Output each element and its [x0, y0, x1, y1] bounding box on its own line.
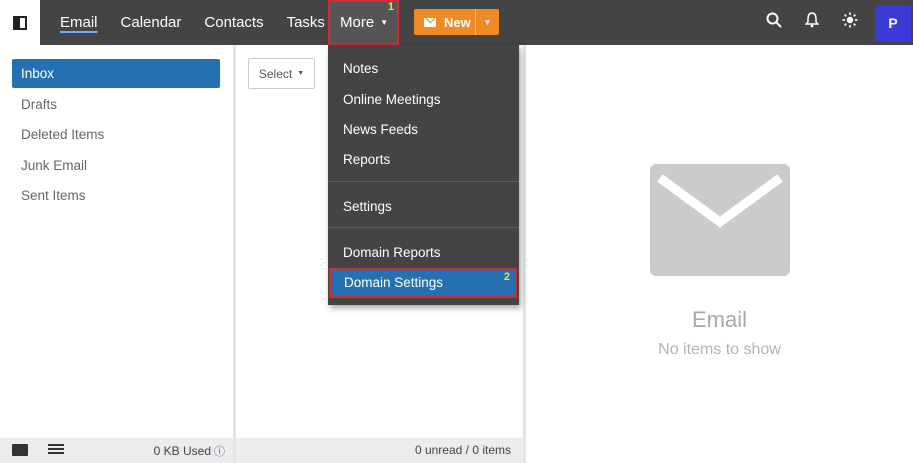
folder-sent-items[interactable]: Sent Items	[12, 181, 220, 210]
folder-junk-email[interactable]: Junk Email	[12, 151, 220, 180]
menu-item-domain-settings-label: Domain Settings	[344, 275, 444, 290]
menu-item-notes[interactable]: Notes	[328, 54, 519, 84]
folder-icon[interactable]	[12, 444, 28, 456]
panel-toggle-icon	[13, 15, 27, 30]
item-counts: 0 unread / 0 items	[414, 443, 511, 457]
nav-calendar[interactable]: Calendar	[121, 13, 182, 33]
select-label: Select	[258, 66, 293, 81]
menu-item-domain-reports[interactable]: Domain Reports	[328, 238, 519, 268]
reading-pane: Email No items to show	[526, 45, 913, 463]
bell-icon	[804, 12, 820, 28]
envelope-icon	[424, 17, 436, 27]
main-nav: Email Calendar Contacts Tasks	[47, 0, 348, 45]
empty-state-subtitle: No items to show	[658, 341, 781, 358]
new-dropdown-button[interactable]: ▼	[476, 18, 499, 27]
list-footer: 0 unread / 0 items	[236, 438, 523, 463]
storage-used-text: 0 KB Used	[153, 444, 211, 458]
storage-used: 0 KB Used ⓘ	[154, 443, 225, 459]
nav-more-label: More	[340, 14, 375, 31]
folder-footer: 0 KB Used ⓘ	[0, 438, 233, 463]
callout-number: 1	[387, 1, 394, 13]
folder-inbox[interactable]: Inbox	[12, 59, 220, 88]
menu-item-online-meetings[interactable]: Online Meetings	[328, 85, 519, 115]
more-menu: Notes Online Meetings News Feeds Reports…	[328, 45, 519, 305]
caret-down-icon: ▼	[380, 18, 389, 27]
folder-drafts[interactable]: Drafts	[12, 90, 220, 119]
select-dropdown[interactable]: Select ▼	[248, 58, 315, 89]
callout-number: 2	[503, 271, 510, 283]
new-main[interactable]: New	[414, 9, 475, 35]
menu-item-reports[interactable]: Reports	[328, 145, 519, 175]
notifications-button[interactable]	[793, 12, 831, 33]
nav-contacts[interactable]: Contacts	[204, 13, 263, 33]
sidebar-toggle-button[interactable]	[0, 0, 40, 45]
caret-down-icon: ▼	[297, 70, 305, 77]
search-icon	[766, 12, 782, 28]
new-label: New	[444, 14, 471, 30]
info-icon[interactable]: ⓘ	[214, 446, 225, 458]
menu-divider	[328, 181, 519, 182]
nav-email[interactable]: Email	[60, 13, 98, 33]
empty-state-title: Email	[691, 307, 747, 332]
nav-tasks[interactable]: Tasks	[287, 13, 325, 33]
list-icon[interactable]	[48, 444, 64, 456]
menu-item-settings[interactable]: Settings	[328, 192, 519, 222]
caret-down-icon: ▼	[483, 17, 492, 27]
search-button[interactable]	[755, 12, 793, 33]
avatar[interactable]: P	[875, 4, 911, 41]
envelope-icon	[650, 164, 790, 276]
top-bar: Email Calendar Contacts Tasks More ▼ 1 N…	[0, 0, 913, 45]
menu-item-domain-settings[interactable]: Domain Settings 2	[329, 268, 517, 298]
sun-icon	[842, 12, 858, 28]
new-button[interactable]: New ▼	[414, 9, 499, 35]
nav-more-button[interactable]: More ▼ 1	[328, 0, 399, 45]
menu-item-news-feeds[interactable]: News Feeds	[328, 115, 519, 145]
header-actions: P	[755, 0, 913, 45]
folder-pane: Inbox Drafts Deleted Items Junk Email Se…	[0, 45, 233, 463]
theme-toggle-button[interactable]	[831, 12, 869, 33]
menu-divider	[328, 227, 519, 228]
folder-deleted-items[interactable]: Deleted Items	[12, 120, 220, 149]
